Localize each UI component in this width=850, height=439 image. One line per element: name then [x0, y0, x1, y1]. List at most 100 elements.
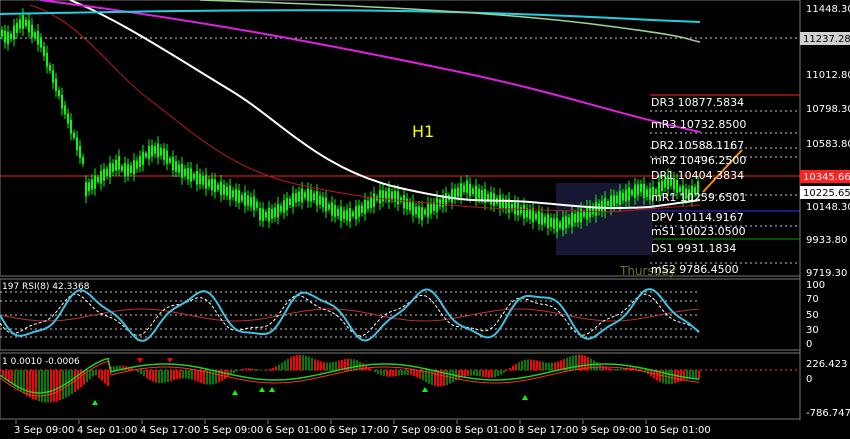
candle-body: [238, 190, 240, 203]
candle-body: [535, 213, 537, 220]
rsi-tick-50: 50: [806, 310, 819, 321]
candle-body: [661, 180, 663, 192]
macd-bar: [170, 370, 172, 382]
price-tick-1: 11448.30: [806, 4, 850, 15]
price-panel[interactable]: H1 Thursday DR3 10877.5834mR3 10732.8500…: [0, 0, 801, 278]
macd-bar: [314, 359, 316, 371]
macd-bar: [59, 370, 61, 401]
candle-body: [514, 201, 516, 215]
macd-bar: [311, 358, 313, 371]
macd-label: 1 0.0010 -0.0006: [2, 357, 80, 367]
candle-body: [283, 200, 285, 213]
macd-bar: [554, 362, 556, 371]
macd-bar: [611, 368, 613, 371]
macd-bar: [545, 362, 547, 371]
candle-body: [415, 206, 417, 215]
candle-body: [124, 163, 126, 177]
macd-bar: [671, 370, 673, 384]
candle-body: [130, 165, 132, 173]
rsi-panel[interactable]: 197 RSI(8) 42.3368 100 70 50 30 0: [0, 278, 825, 351]
candle-body: [379, 190, 381, 204]
macd-bar: [608, 368, 610, 371]
candle-body: [409, 202, 411, 211]
macd-bar: [542, 362, 544, 371]
candle-body: [145, 153, 147, 158]
price-tick-2: 11012.80: [806, 70, 850, 81]
macd-bar: [26, 370, 28, 396]
rsi-tick-30: 30: [806, 325, 819, 336]
candle-body: [397, 191, 399, 205]
macd-panel[interactable]: 1 0.0010 -0.0006 226.423 0 -786.747: [0, 352, 850, 420]
candle-body: [277, 203, 279, 218]
time-label: 8 Sep 01:00: [455, 425, 515, 436]
macd-bar: [320, 361, 322, 371]
macd-bar: [299, 354, 301, 371]
timeframe-label: H1: [412, 122, 434, 141]
price-tick-5: 10148.30: [806, 202, 850, 213]
trading-chart[interactable]: H1 Thursday DR3 10877.5834mR3 10732.8500…: [0, 0, 850, 439]
candle-body: [247, 195, 249, 206]
candle-body: [595, 201, 597, 216]
candle-body: [646, 189, 648, 197]
macd-bar: [605, 367, 607, 371]
candle-body: [322, 197, 324, 208]
candle-body: [583, 211, 585, 217]
macd-bar: [293, 356, 295, 371]
macd-bar: [452, 370, 454, 383]
macd-bar: [332, 362, 334, 371]
candle-body: [109, 163, 111, 177]
candle-body: [46, 52, 48, 67]
macd-bar: [188, 370, 190, 379]
candle-body: [235, 189, 237, 202]
macd-bar: [101, 370, 103, 381]
price-label-current: 10225.65: [803, 188, 850, 199]
macd-bar: [413, 370, 415, 377]
candle-body: [286, 198, 288, 211]
candle-body: [187, 167, 189, 180]
candle-body: [97, 177, 99, 183]
time-label: 5 Sep 09:00: [203, 425, 263, 436]
macd-bar: [506, 370, 508, 371]
macd-bar: [572, 355, 574, 371]
candle-body: [304, 192, 306, 198]
pivot-level-ms2: mS2 9786.4500: [651, 263, 739, 276]
candle-body: [115, 159, 117, 171]
candle-body: [256, 201, 258, 208]
macd-bar: [503, 370, 505, 373]
candle-body: [373, 193, 375, 207]
macd-bar: [317, 360, 319, 371]
macd-bar: [287, 358, 289, 371]
macd-bar: [296, 355, 298, 371]
candle-body: [55, 78, 57, 91]
candle-body: [118, 156, 120, 170]
macd-bar: [245, 368, 247, 371]
pivot-level-dr1: DR1 10404.3834: [651, 169, 744, 182]
macd-bar: [104, 370, 106, 384]
macd-bar: [161, 370, 163, 384]
candle-body: [70, 119, 72, 134]
candle-body: [298, 191, 300, 202]
candle-body: [214, 179, 216, 193]
pivot-level-ds1: DS1 9931.1834: [651, 242, 736, 255]
macd-bar: [392, 370, 394, 377]
time-label: 7 Sep 09:00: [392, 425, 452, 436]
macd-bar: [401, 370, 403, 376]
candle-body: [367, 200, 369, 209]
candle-body: [136, 160, 138, 169]
pivot-level-dpv: DPV 10114.9167: [651, 211, 744, 224]
candle-body: [607, 201, 609, 206]
candle-body: [280, 205, 282, 212]
candle-body: [160, 147, 162, 156]
candle-body: [217, 184, 219, 190]
candle-body: [202, 176, 204, 185]
macd-bar: [350, 358, 352, 371]
macd-bar: [197, 370, 199, 382]
candle-body: [205, 174, 207, 189]
macd-bar: [362, 363, 364, 371]
candle-body: [295, 193, 297, 203]
candle-body: [79, 146, 81, 158]
candle-body: [58, 90, 60, 97]
macd-bar: [32, 370, 34, 400]
candle-body: [244, 192, 246, 207]
candle-body: [340, 206, 342, 221]
